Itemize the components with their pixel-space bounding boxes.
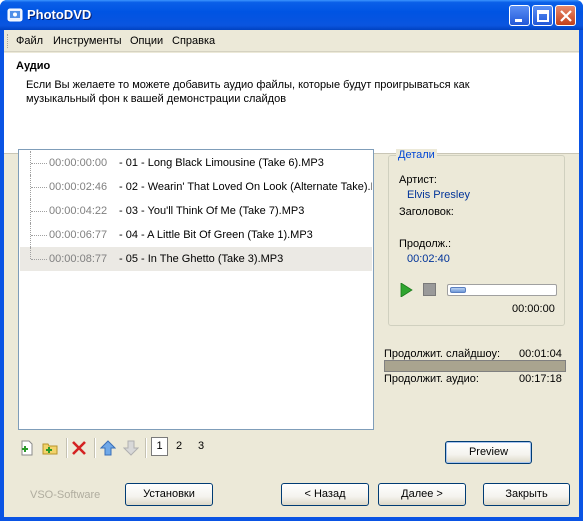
seek-slider[interactable] [447, 284, 557, 296]
title-label: Заголовок: [399, 206, 454, 218]
title-bar[interactable]: PhotoDVD [0, 0, 583, 30]
description-line-1: Если Вы желаете то можете добавить аудио… [26, 79, 470, 91]
toolbar-separator [145, 438, 147, 458]
details-legend: Детали [396, 149, 437, 161]
seek-thumb[interactable] [450, 287, 466, 293]
page-description: Если Вы желаете то можете добавить аудио… [26, 78, 546, 106]
add-folder-icon[interactable] [42, 440, 58, 456]
settings-button[interactable]: Установки [125, 483, 213, 506]
menu-bar: Файл Инструменты Опции Справка [4, 30, 579, 52]
track-time: 00:00:00:00 [49, 157, 108, 169]
duration-progress-fill [385, 361, 565, 371]
toolbar-separator [94, 438, 96, 458]
close-window-button[interactable] [555, 5, 576, 26]
track-name: - 03 - You'll Think Of Me (Take 7).MP3 [119, 205, 305, 217]
app-icon [7, 8, 23, 22]
tree-connector [30, 223, 50, 247]
delete-icon[interactable] [71, 440, 87, 456]
tree-connector [30, 199, 50, 223]
back-button[interactable]: < Назад [281, 483, 369, 506]
audio-duration-label: Продолжит. аудио: [384, 373, 479, 385]
tree-connector [30, 247, 50, 260]
step-header: Аудио Если Вы желаете то можете добавить… [4, 53, 579, 154]
slideshow-duration-label: Продолжит. слайдшоу: [384, 348, 501, 360]
tree-connector [30, 151, 50, 175]
position-value: 00:00:00 [512, 303, 555, 315]
slideshow-duration-value: 00:01:04 [519, 348, 562, 360]
next-button[interactable]: Далее > [378, 483, 466, 506]
artist-value: Elvis Presley [407, 189, 470, 201]
track-name: - 04 - A Little Bit Of Green (Take 1).MP… [119, 229, 313, 241]
preview-button[interactable]: Preview [445, 441, 532, 464]
menu-options[interactable]: Опции [130, 35, 163, 47]
window-title: PhotoDVD [27, 7, 92, 22]
maximize-icon [537, 10, 549, 22]
playlist-row[interactable]: 00:00:04:22 - 03 - You'll Think Of Me (T… [20, 199, 372, 223]
track-time: 00:00:06:77 [49, 229, 108, 241]
track-name: - 05 - In The Ghetto (Take 3).MP3 [119, 253, 284, 265]
description-line-2: музыкальный фон к вашей демонстрации сла… [26, 93, 287, 105]
audio-duration-value: 00:17:18 [519, 373, 562, 385]
menu-grip [7, 34, 10, 48]
track-name: - 01 - Long Black Limousine (Take 6).MP3 [119, 157, 324, 169]
move-down-icon[interactable] [123, 440, 139, 456]
close-icon [560, 10, 572, 22]
page-1-button[interactable]: 1 [151, 437, 168, 456]
tree-connector [30, 175, 50, 199]
duration-progress-bar [384, 360, 566, 372]
track-time: 00:00:02:46 [49, 181, 108, 193]
maximize-button[interactable] [532, 5, 553, 26]
brand-label: VSO-Software [30, 489, 101, 501]
page-2-button[interactable]: 2 [176, 440, 182, 452]
client-area: Файл Инструменты Опции Справка Аудио Есл… [4, 30, 579, 517]
toolbar-separator [66, 438, 68, 458]
track-name: - 02 - Wearin' That Loved On Look (Alter… [119, 181, 372, 193]
track-time: 00:00:04:22 [49, 205, 108, 217]
window-border-right [579, 30, 583, 521]
menu-file[interactable]: Файл [16, 35, 43, 47]
minimize-icon [515, 19, 522, 22]
close-button[interactable]: Закрыть [483, 483, 570, 506]
page-3-button[interactable]: 3 [198, 440, 204, 452]
track-time: 00:00:08:77 [49, 253, 108, 265]
stop-icon[interactable] [423, 283, 436, 296]
playlist-row[interactable]: 00:00:02:46 - 02 - Wearin' That Loved On… [20, 175, 372, 199]
duration-label: Продолж.: [399, 238, 452, 250]
artist-label: Артист: [399, 174, 437, 186]
minimize-button[interactable] [509, 5, 530, 26]
menu-tools[interactable]: Инструменты [53, 35, 122, 47]
duration-value: 00:02:40 [407, 253, 450, 265]
playlist-row[interactable]: 00:00:00:00 - 01 - Long Black Limousine … [20, 151, 372, 175]
page-title: Аудио [16, 60, 51, 72]
window-border-bottom [0, 517, 583, 521]
play-icon[interactable] [400, 283, 413, 297]
move-up-icon[interactable] [100, 440, 116, 456]
add-file-icon[interactable] [19, 440, 35, 456]
playlist-row-selected[interactable]: 00:00:08:77 - 05 - In The Ghetto (Take 3… [20, 247, 372, 271]
playlist-row[interactable]: 00:00:06:77 - 04 - A Little Bit Of Green… [20, 223, 372, 247]
menu-help[interactable]: Справка [172, 35, 215, 47]
audio-playlist[interactable]: 00:00:00:00 - 01 - Long Black Limousine … [18, 149, 374, 430]
